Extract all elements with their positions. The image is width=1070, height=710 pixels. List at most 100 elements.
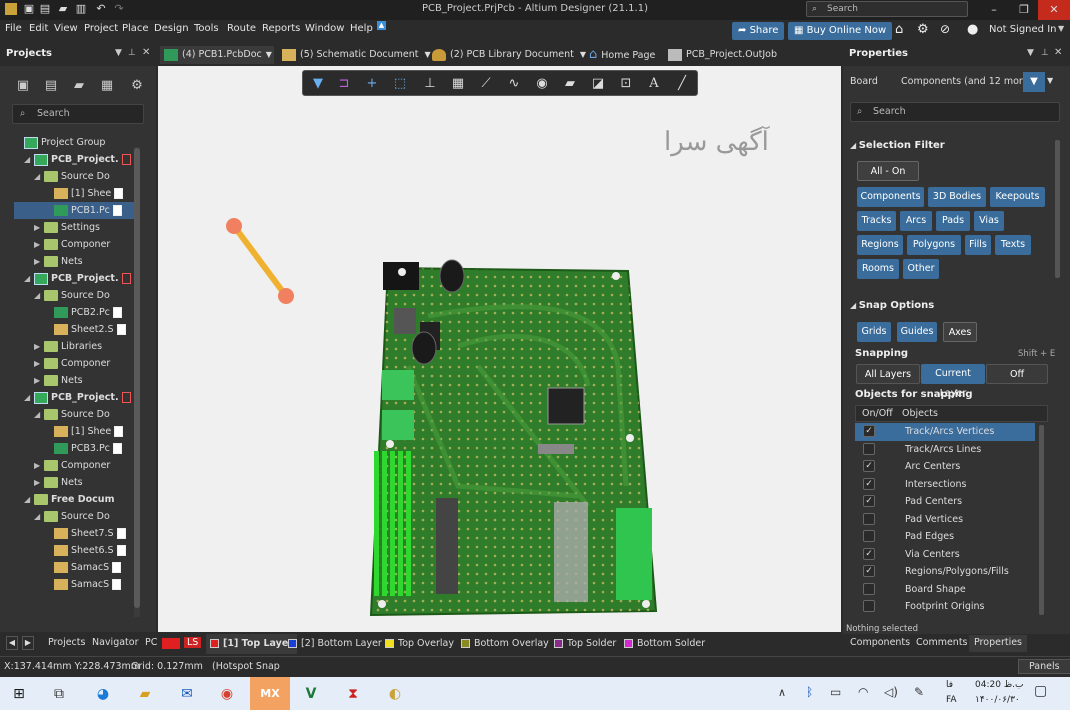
snap-object-checkbox[interactable] [863,600,875,612]
project-folder-icon[interactable]: ▰ [70,78,88,96]
menu-place[interactable]: Place [122,23,149,34]
layer-tab[interactable]: Bottom Overlay [457,634,553,654]
tree-item[interactable]: ▶ Nets [14,372,134,389]
scroll-left-button[interactable]: ◀ [6,636,18,650]
language-indicator-alt[interactable]: فا [946,680,953,690]
tree-item[interactable]: [1] Shee [14,423,134,440]
align-icon[interactable]: ⊥ [421,75,439,93]
tree-item[interactable]: Sheet2.S [14,321,134,338]
tree-item[interactable]: ▶ Componer [14,236,134,253]
panel-menu-icon[interactable]: ▼ [115,48,122,58]
filter-3d-bodies[interactable]: 3D Bodies [928,187,986,207]
properties-search-input[interactable]: ⌕ Search [850,102,1060,122]
menu-file[interactable]: File [5,23,22,34]
panel-tab-navigator[interactable]: Navigator [92,637,138,648]
snap-object-checkbox[interactable]: ✓ [863,565,875,577]
objects-scrollbar[interactable] [1039,425,1044,615]
share-button[interactable]: ➦ Share [732,22,785,40]
snap-object-row[interactable]: Board Shape [855,581,1035,599]
snap-object-checkbox[interactable]: ✓ [863,460,875,472]
expand-arrow-icon[interactable]: ▶ [34,372,44,389]
save-all-icon[interactable]: ▤ [38,2,52,16]
global-search-input[interactable]: ⌕ Search [806,1,968,17]
polygon-icon[interactable]: ▰ [561,75,579,93]
redo-icon[interactable]: ↷ [112,2,126,16]
tree-item[interactable]: PCB2.Pc [14,304,134,321]
filter-rooms[interactable]: Rooms [857,259,899,279]
tree-item[interactable]: ▶ Componer [14,457,134,474]
filter-icon[interactable]: ▼ [309,75,327,93]
open-doc-icon[interactable]: ▥ [74,2,88,16]
collapse-arrow-icon[interactable]: ◢ [34,406,44,423]
via-icon[interactable]: ◉ [533,75,551,93]
compile-icon[interactable]: ▤ [42,78,60,96]
tab-pcb1[interactable]: (4) PCB1.PcbDoc ▼ [160,46,274,64]
buy-online-button[interactable]: ▦ Buy Online Now [788,22,893,40]
language-indicator[interactable]: FA [946,695,957,705]
region-icon[interactable]: ◪ [589,75,607,93]
collapse-arrow-icon[interactable]: ◢ [24,151,34,168]
filter-vias[interactable]: Vias [974,211,1004,231]
interactive-route-icon[interactable]: ⟋ [477,75,495,93]
minimize-button[interactable]: – [978,0,1010,20]
tab-comments[interactable]: Comments [916,637,968,648]
dimension-icon[interactable]: ⊡ [617,75,635,93]
snap-object-checkbox[interactable]: ✓ [863,547,875,560]
tray-chevron-icon[interactable]: ∧ [778,686,786,699]
pin-icon[interactable]: ⊥ [128,48,136,58]
layer-set-button[interactable]: LS [184,637,202,648]
maximize-button[interactable]: ❐ [1008,0,1040,20]
altium-designer-icon[interactable]: ◐ [382,682,408,706]
snap-all-layers[interactable]: All Layers [856,364,920,384]
save-icon[interactable]: ▣ [22,2,36,16]
collapse-arrow-icon[interactable]: ◢ [34,508,44,525]
tree-item[interactable]: ◢ PCB_Project. [14,389,134,406]
settings-gear-icon[interactable]: ⚙ [128,78,146,96]
panel-tab-pc[interactable]: PC [145,637,157,648]
panel-tab-projects[interactable]: Projects [48,637,85,648]
tree-item[interactable]: ▶ Settings [14,219,134,236]
pin-icon[interactable]: ⊥ [1041,48,1049,58]
snap-object-row[interactable]: ✓ Via Centers [855,546,1035,564]
snap-object-row[interactable]: ✓ Track/Arcs Vertices [855,423,1035,441]
undo-icon[interactable]: ↶ [94,2,108,16]
close-button[interactable]: ✕ [1038,0,1070,20]
mx-app-icon[interactable]: MX [257,682,283,706]
snap-object-checkbox[interactable] [863,582,875,595]
task-view-icon[interactable]: ⧉ [46,682,72,706]
snap-current-layer[interactable]: Current Layer [921,364,985,399]
clock-time[interactable]: 04:20 ب.ظ [975,680,1023,690]
filter-regions[interactable]: Regions [857,235,903,255]
battery-icon[interactable]: ▭ [830,685,841,699]
tree-item[interactable]: ◢ PCB_Project. [14,270,134,287]
snap-axes[interactable]: Axes [943,322,977,342]
snap-object-checkbox[interactable]: ✓ [863,425,875,437]
start-windows-icon[interactable]: ⊞ [6,682,32,706]
layer-tab[interactable]: Bottom Solder [620,634,709,654]
menu-reports[interactable]: Reports [262,23,300,34]
pcb-board[interactable] [369,259,658,617]
clock-date[interactable]: ۱۴۰۰/۰۶/۳۰ [975,695,1020,705]
save-project-icon[interactable]: ▣ [14,78,32,96]
tree-item[interactable]: [1] Shee [14,185,134,202]
filter-other[interactable]: Other [903,259,939,279]
line-icon[interactable]: ╱ [673,75,691,93]
tree-item[interactable]: ◢ PCB_Project. [14,151,134,168]
crosshair-icon[interactable]: + [363,75,381,93]
tab-components[interactable]: Components [850,637,910,648]
collapse-arrow-icon[interactable]: ◢ [34,168,44,185]
mail-icon[interactable]: ✉ [174,682,200,706]
layer-tab[interactable]: [2] Bottom Layer [284,634,386,654]
tree-item[interactable]: ▶ Libraries [14,338,134,355]
wifi-icon[interactable]: ◠ [858,685,868,699]
pen-icon[interactable]: ✎ [914,685,924,699]
tree-item[interactable]: SamacS [14,559,134,576]
sign-in-status[interactable]: Not Signed In [989,24,1056,35]
menu-edit[interactable]: Edit [29,23,48,34]
notifications-off-icon[interactable]: ⊘ [940,22,950,36]
expand-arrow-icon[interactable]: ▶ [34,253,44,270]
components-scope[interactable]: Components (and 12 more) [901,76,1032,87]
open-folder-icon[interactable]: ▰ [56,2,70,16]
snap-object-row[interactable]: Track/Arcs Lines [855,441,1035,459]
tree-item[interactable]: SamacS [14,576,134,593]
